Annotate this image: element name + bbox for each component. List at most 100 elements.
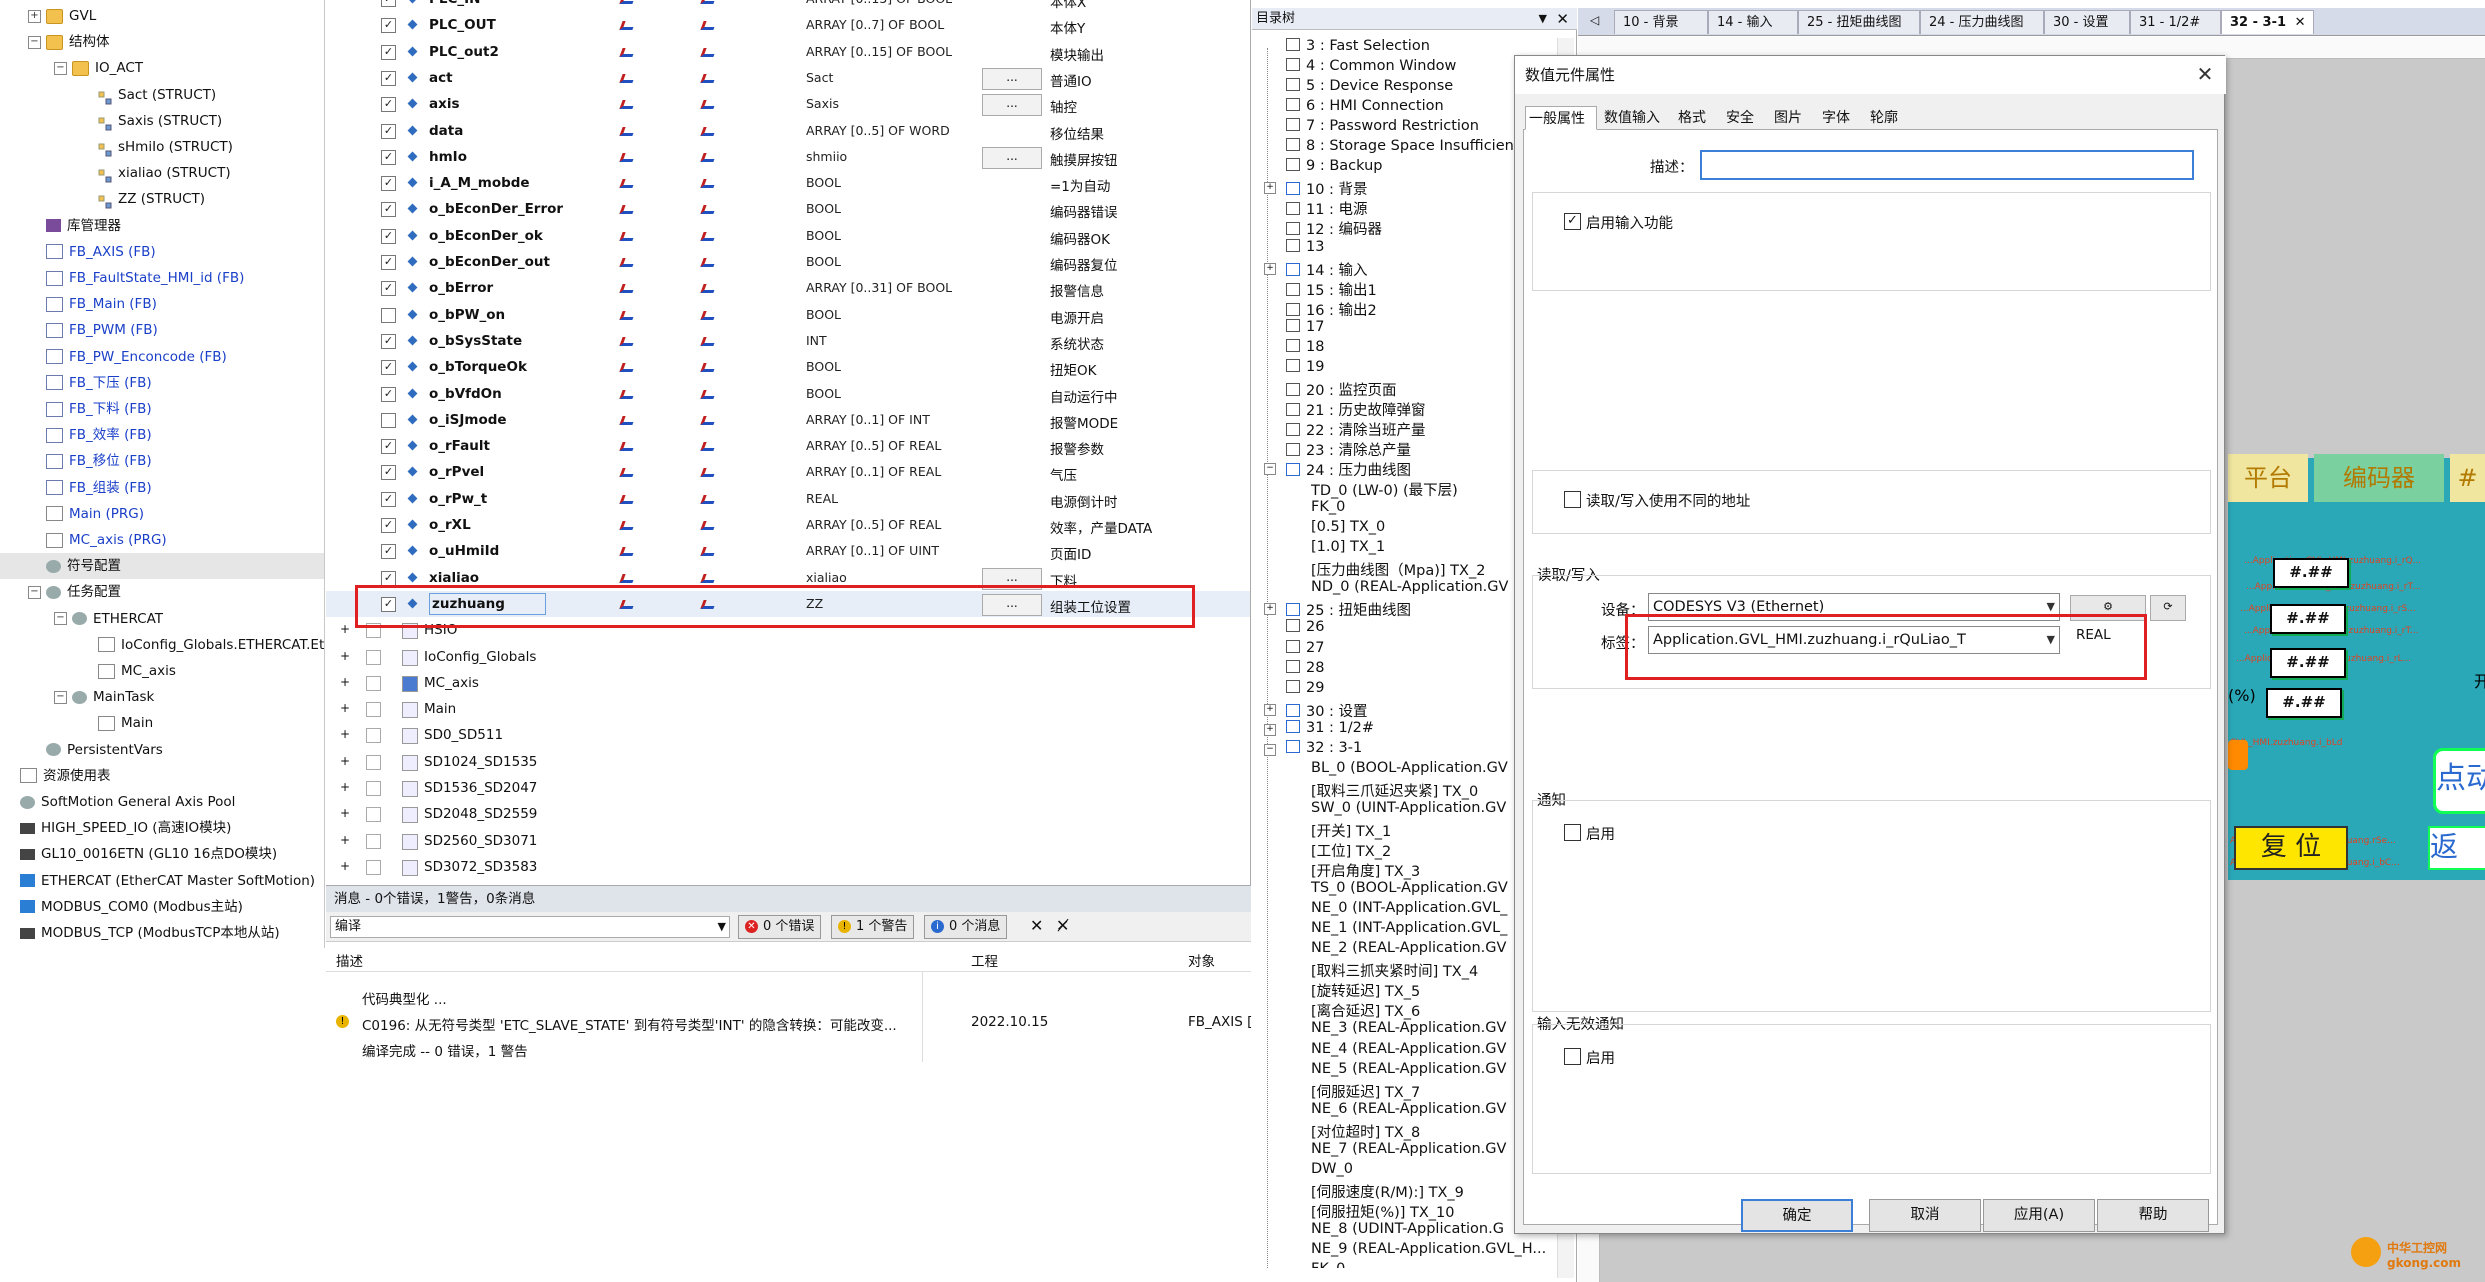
dir-tree-object[interactable]: FK_0 xyxy=(1311,499,1345,519)
read-access-icon[interactable] xyxy=(619,97,637,111)
dir-tree-object[interactable]: [离合延迟] TX_6 xyxy=(1311,1000,1420,1020)
write-access-icon[interactable] xyxy=(700,571,718,585)
dir-tree-object[interactable]: [伺服速度(R/M):] TX_9 xyxy=(1311,1181,1464,1201)
dir-tree-object[interactable]: DW_0 xyxy=(1311,1161,1353,1181)
write-access-icon[interactable] xyxy=(700,465,718,479)
dir-tree-object[interactable]: NE_3 (REAL-Application.GV xyxy=(1311,1020,1506,1040)
dir-tree-window[interactable]: 7 : Password Restriction xyxy=(1286,118,1479,138)
help-button[interactable]: 帮助 xyxy=(2097,1199,2209,1232)
read-access-icon[interactable] xyxy=(619,387,637,401)
dir-tree-object[interactable]: [1.0] TX_1 xyxy=(1311,539,1385,559)
project-tree-item[interactable]: − ETHERCAT xyxy=(0,606,324,632)
rw-diff-checkbox[interactable] xyxy=(1564,491,1581,508)
read-access-icon[interactable] xyxy=(619,360,637,374)
dir-tree-window[interactable]: 28 xyxy=(1286,659,1324,680)
io-group-row[interactable]: + IoConfig_Globals xyxy=(326,644,1250,670)
read-access-icon[interactable] xyxy=(619,281,637,295)
group-checkbox[interactable] xyxy=(366,702,381,718)
variable-checkbox[interactable]: ✓ xyxy=(381,149,396,165)
write-access-icon[interactable] xyxy=(700,387,718,401)
group-checkbox[interactable] xyxy=(366,728,381,744)
dir-tree-window[interactable]: 8 : Storage Space Insufficien xyxy=(1286,138,1514,158)
variable-checkbox[interactable]: ✓ xyxy=(381,518,396,533)
project-tree-item[interactable]: Main xyxy=(0,710,324,736)
enable-input-checkbox[interactable]: ✓ xyxy=(1564,213,1581,230)
group-checkbox[interactable] xyxy=(366,833,381,849)
variable-checkbox[interactable]: ✓ xyxy=(381,360,396,376)
dir-tree-object[interactable]: TD_0 (LW-0) (最下层) xyxy=(1311,479,1458,499)
read-access-icon[interactable] xyxy=(619,124,637,138)
dir-tree-object[interactable]: [伺服延迟] TX_7 xyxy=(1311,1081,1420,1101)
variable-row[interactable]: ✓ o_rPvel ARRAY [0..1] OF REAL 气压 xyxy=(326,459,1250,485)
write-access-icon[interactable] xyxy=(700,544,718,558)
window-tab[interactable]: 25 - 扭矩曲线图 xyxy=(1798,10,1920,34)
window-tab[interactable]: 10 - 背景 xyxy=(1614,10,1708,34)
dialog-tab[interactable]: 格式 xyxy=(1675,106,1725,130)
collapse-icon[interactable]: − xyxy=(1264,463,1276,476)
collapse-icon[interactable]: − xyxy=(28,35,41,49)
read-access-icon[interactable] xyxy=(619,45,637,59)
variable-row[interactable]: ✓ PLC_IN ARRAY [0..15] OF BOOL 本体X xyxy=(326,0,1250,12)
variable-row[interactable]: ✓ hmIo shmiio... 触摸屏按钮 xyxy=(326,144,1250,170)
dir-tree-object[interactable]: [取料三爪延迟夹紧] TX_0 xyxy=(1311,780,1478,800)
io-group-row[interactable]: + SD1536_SD2047 xyxy=(326,775,1250,801)
variable-checkbox[interactable]: ✓ xyxy=(381,123,396,139)
project-tree-item[interactable]: xialiao (STRUCT) xyxy=(0,160,324,186)
dir-tree-object[interactable]: [伺服扭矩(%)] TX_10 xyxy=(1311,1201,1455,1221)
window-tab[interactable]: 24 - 压力曲线图 xyxy=(1920,10,2044,34)
write-access-icon[interactable] xyxy=(700,413,718,427)
window-tab[interactable]: 32 - 3-1 ✕ xyxy=(2221,10,2314,34)
dir-tree-window[interactable]: 12 : 编码器 xyxy=(1286,218,1382,238)
dir-tree-object[interactable]: [工位] TX_2 xyxy=(1311,840,1391,860)
variable-row[interactable]: ✓ o_rFault ARRAY [0..5] OF REAL 报警参数 xyxy=(326,433,1250,459)
variable-checkbox[interactable]: ✓ xyxy=(381,228,396,244)
close-icon[interactable]: ✕ xyxy=(1556,8,1569,30)
expand-icon[interactable]: + xyxy=(340,675,350,689)
variable-row[interactable]: ✓ o_bEconDer_ok BOOL 编码器OK xyxy=(326,223,1250,249)
variable-row[interactable]: ✓ o_bSysState INT 系统状态 xyxy=(326,328,1250,354)
dir-tree-window[interactable]: 4 : Common Window xyxy=(1286,58,1456,78)
io-group-row[interactable]: + Main xyxy=(326,696,1250,722)
project-tree-item[interactable]: FB_FaultState_HMI_id (FB) xyxy=(0,265,324,291)
write-access-icon[interactable] xyxy=(700,45,718,59)
variable-checkbox[interactable]: ✓ xyxy=(381,570,396,586)
read-access-icon[interactable] xyxy=(619,492,637,506)
hmi-reset-button[interactable]: 复 位 xyxy=(2234,826,2348,870)
dialog-tab[interactable]: 数值输入 xyxy=(1601,106,1677,130)
read-access-icon[interactable] xyxy=(619,518,637,532)
dir-tree-object[interactable]: NE_4 (REAL-Application.GV xyxy=(1311,1041,1506,1061)
dir-tree-window[interactable]: 14 : 输入 xyxy=(1286,259,1368,279)
io-group-row[interactable]: + SD0_SD511 xyxy=(326,722,1250,748)
read-access-icon[interactable] xyxy=(619,229,637,243)
dir-tree-window[interactable]: 31 : 1/2# xyxy=(1286,719,1374,740)
read-access-icon[interactable] xyxy=(619,308,637,322)
project-tree-item[interactable]: HIGH_SPEED_IO (高速IO模块) xyxy=(0,815,324,841)
expand-icon[interactable]: + xyxy=(340,833,350,847)
io-group-row[interactable]: + SD3072_SD3583 xyxy=(326,854,1250,880)
dir-tree-window[interactable]: 15 : 输出1 xyxy=(1286,279,1377,299)
read-access-icon[interactable] xyxy=(619,439,637,453)
variable-row[interactable]: ✓ o_bError ARRAY [0..31] OF BOOL 报警信息 xyxy=(326,275,1250,301)
device-refresh-button[interactable]: ⟳ xyxy=(2150,595,2186,621)
browse-button[interactable]: ... xyxy=(982,146,1042,169)
expand-icon[interactable]: + xyxy=(1264,703,1276,716)
window-tab[interactable]: 30 - 设置 xyxy=(2044,10,2130,34)
dir-tree-window[interactable]: 29 xyxy=(1286,679,1324,700)
project-tree-item[interactable]: − 结构体 xyxy=(0,29,324,55)
write-access-icon[interactable] xyxy=(700,150,718,164)
variable-row[interactable]: ✓ i_A_M_mobde BOOL =1为自动 xyxy=(326,170,1250,196)
dir-tree-window[interactable]: 24 : 压力曲线图 xyxy=(1286,459,1411,479)
dir-tree-window[interactable]: 11 : 电源 xyxy=(1286,198,1368,218)
write-access-icon[interactable] xyxy=(700,71,718,85)
dir-tree-object[interactable]: [0.5] TX_0 xyxy=(1311,519,1385,539)
hmi-number-3[interactable]: #.## xyxy=(2270,648,2346,678)
collapse-icon[interactable]: − xyxy=(54,612,67,626)
variable-checkbox[interactable]: ✓ xyxy=(381,386,396,402)
write-access-icon[interactable] xyxy=(700,492,718,506)
dir-tree-window[interactable]: 27 xyxy=(1286,639,1324,660)
project-tree-item[interactable]: 库管理器 xyxy=(0,213,324,239)
read-access-icon[interactable] xyxy=(619,150,637,164)
project-tree-item[interactable]: − 任务配置 xyxy=(0,579,324,605)
project-tree-item[interactable]: ZZ (STRUCT) xyxy=(0,186,324,212)
dir-tree-window[interactable]: 30 : 设置 xyxy=(1286,700,1368,720)
